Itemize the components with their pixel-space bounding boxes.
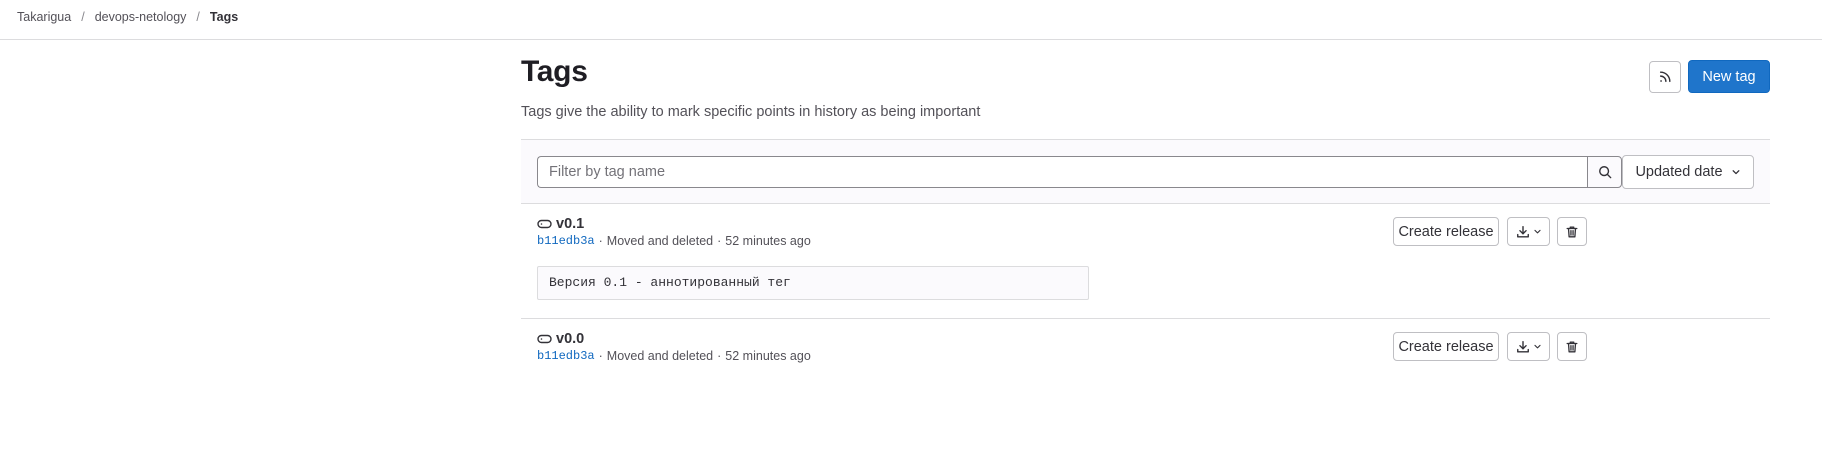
search-box [537, 156, 1622, 188]
tag-title: v0.1 [537, 216, 584, 232]
commit-message-link[interactable]: Moved and deleted [607, 234, 713, 248]
page-title: Tags [521, 55, 588, 88]
tag-title: v0.0 [537, 331, 584, 347]
chevron-down-icon [1533, 342, 1542, 351]
commit-sha-link[interactable]: b11edb3a [537, 349, 595, 363]
download-dropdown-button[interactable] [1507, 217, 1550, 246]
breadcrumb-separator: / [196, 10, 200, 24]
meta-separator: · [598, 349, 603, 363]
meta-separator: · [598, 234, 603, 248]
commit-time: 52 minutes ago [725, 349, 811, 363]
page-description: Tags give the ability to mark specific p… [521, 104, 981, 120]
sort-dropdown[interactable]: Updated date [1622, 155, 1754, 189]
breadcrumb-item-current[interactable]: Tags [210, 10, 238, 24]
breadcrumb-item-group[interactable]: Takarigua [17, 10, 71, 24]
breadcrumb: Takarigua / devops-netology / Tags [17, 10, 238, 24]
meta-separator: · [717, 234, 722, 248]
tag-commit-info: b11edb3a · Moved and deleted · 52 minute… [537, 349, 811, 363]
download-icon [1516, 225, 1530, 239]
breadcrumb-item-project[interactable]: devops-netology [95, 10, 187, 24]
breadcrumb-separator: / [81, 10, 85, 24]
rss-icon [1658, 70, 1672, 84]
top-bar: Takarigua / devops-netology / Tags [0, 0, 1822, 40]
tag-row: v0.0 b11edb3a · Moved and deleted · 52 m… [521, 319, 1770, 381]
trash-icon [1565, 340, 1579, 354]
tag-commit-info: b11edb3a · Moved and deleted · 52 minute… [537, 234, 811, 248]
create-release-button[interactable]: Create release [1393, 217, 1499, 246]
tag-filter-input[interactable] [537, 156, 1587, 188]
rss-button[interactable] [1649, 61, 1681, 93]
tag-row: v0.1 b11edb3a · Moved and deleted · 52 m… [521, 204, 1770, 319]
create-release-button[interactable]: Create release [1393, 332, 1499, 361]
commit-sha-link[interactable]: b11edb3a [537, 234, 595, 248]
trash-icon [1565, 225, 1579, 239]
delete-tag-button[interactable] [1557, 217, 1587, 246]
search-button[interactable] [1587, 156, 1622, 188]
commit-time: 52 minutes ago [725, 234, 811, 248]
delete-tag-button[interactable] [1557, 332, 1587, 361]
commit-message-link[interactable]: Moved and deleted [607, 349, 713, 363]
download-dropdown-button[interactable] [1507, 332, 1550, 361]
meta-separator: · [717, 349, 722, 363]
chevron-down-icon [1731, 167, 1741, 177]
tag-name-link[interactable]: v0.0 [556, 331, 584, 347]
tag-name-link[interactable]: v0.1 [556, 216, 584, 232]
new-tag-button[interactable]: New tag [1688, 60, 1770, 93]
search-icon [1598, 165, 1612, 179]
chevron-down-icon [1533, 227, 1542, 236]
tag-icon [537, 219, 552, 229]
sort-label: Updated date [1635, 164, 1723, 180]
tag-annotation-message: Версия 0.1 - аннотированный тег [537, 266, 1089, 300]
filter-bar: Updated date [521, 139, 1770, 204]
tag-icon [537, 334, 552, 344]
download-icon [1516, 340, 1530, 354]
